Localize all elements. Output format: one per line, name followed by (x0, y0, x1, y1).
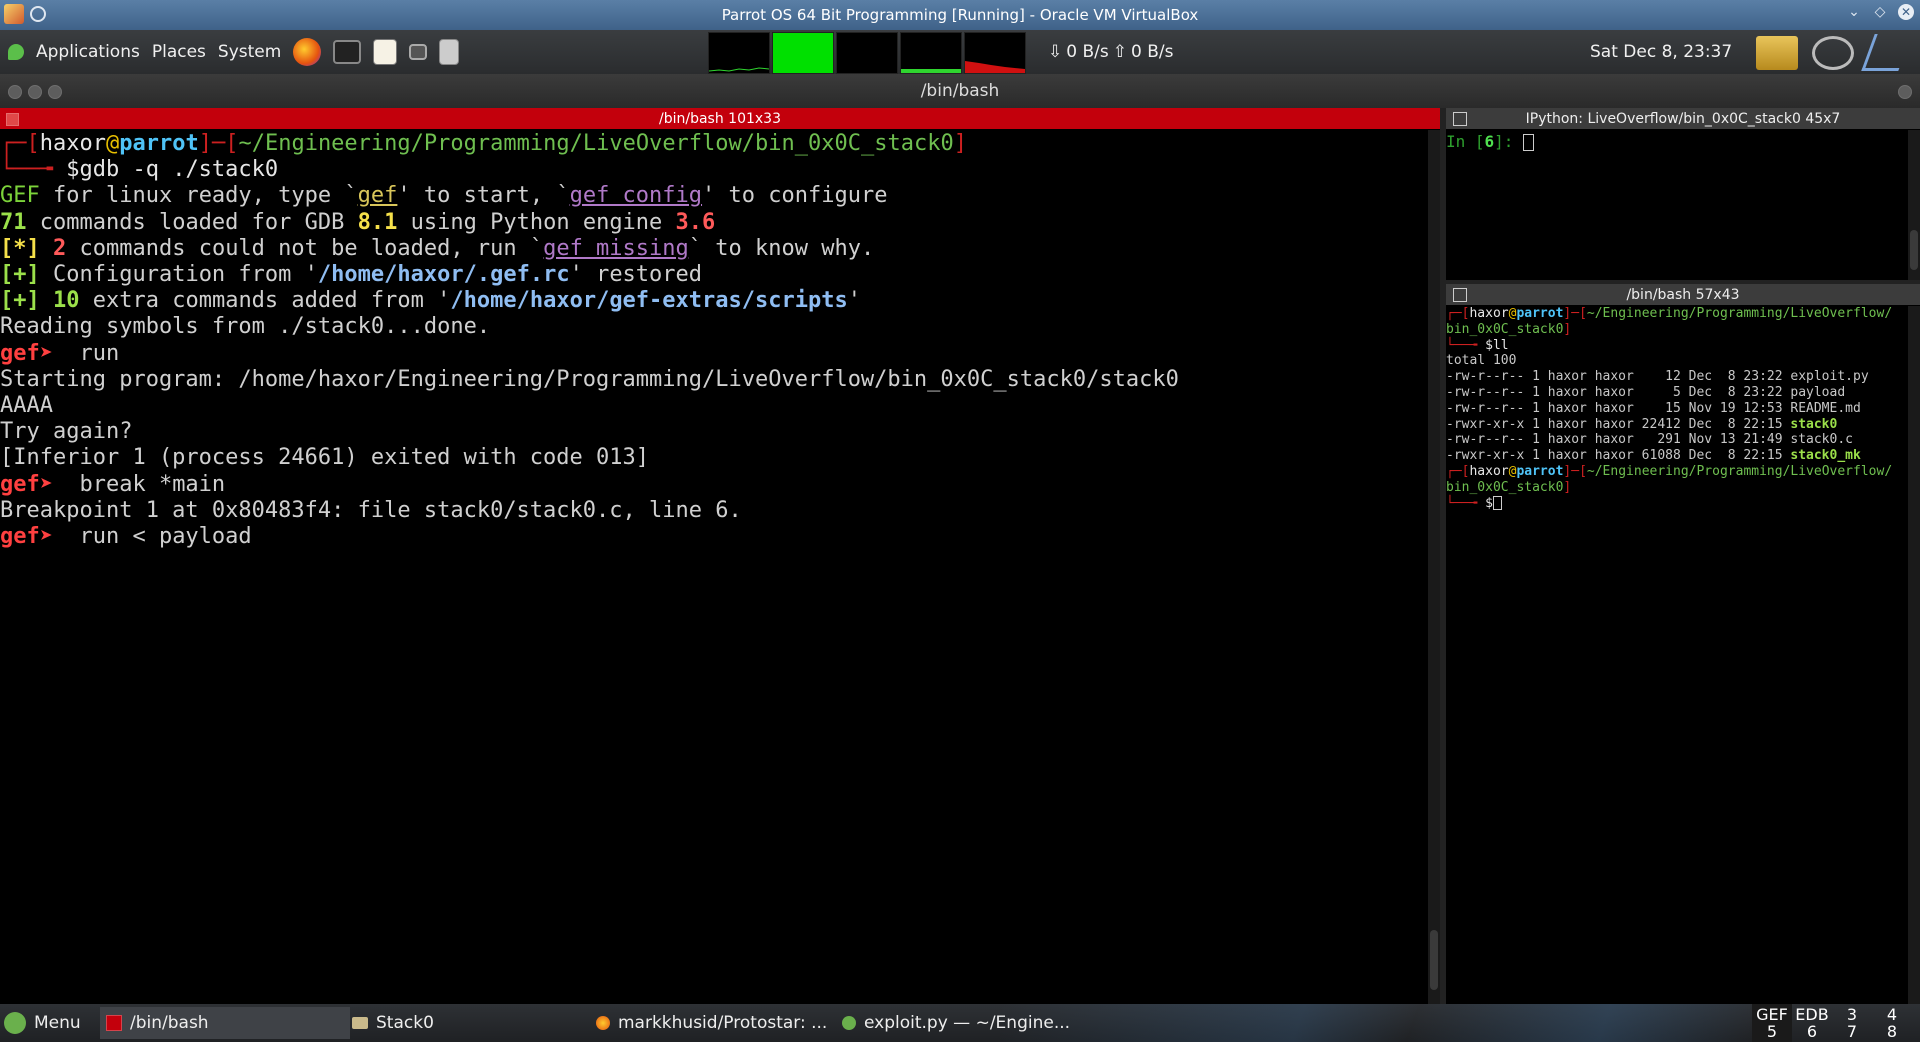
bash-side-pane-title: /bin/bash 57x43 (1626, 286, 1740, 303)
minimize-dot-icon[interactable] (28, 85, 42, 99)
ipython-pane-titlebar[interactable]: IPython: LiveOverflow/bin_0x0C_stack0 45… (1446, 108, 1920, 129)
ipython-scrollbar-thumb[interactable] (1910, 230, 1918, 270)
download-arrow-icon: ⇩ (1048, 42, 1063, 62)
terminal-icon (106, 1015, 122, 1031)
close-dot-icon[interactable] (8, 85, 22, 99)
file-name: exploit.py (1790, 369, 1869, 385)
file-row: -rw-r--r-- 1 haxor haxor 12 Dec 8 23:22 … (1446, 369, 1869, 384)
file-row: -rw-r--r-- 1 haxor haxor 5 Dec 8 23:22 p… (1446, 385, 1845, 400)
download-speed: 0 B/s (1066, 42, 1109, 62)
vbox-window-title: Parrot OS 64 Bit Programming [Running] -… (721, 6, 1199, 24)
file-meta: -rw-r--r-- 1 haxor haxor 15 Nov 19 12:53 (1446, 400, 1791, 416)
bash-side-output[interactable]: ┌─[haxor@parrot]─[~/Engineering/Programm… (1446, 306, 1906, 511)
main-scrollbar-thumb[interactable] (1430, 930, 1438, 990)
file-row: -rwxr-xr-x 1 haxor haxor 22412 Dec 8 22:… (1446, 417, 1837, 432)
file-meta: -rw-r--r-- 1 haxor haxor 291 Nov 13 21:4… (1446, 432, 1791, 448)
vbox-titlebar[interactable]: Parrot OS 64 Bit Programming [Running] -… (0, 0, 1920, 30)
bash-side-scrollbar[interactable] (1908, 306, 1920, 1004)
file-name: README.md (1790, 400, 1861, 416)
clock[interactable]: Sat Dec 8, 23:37 (1590, 30, 1732, 74)
pane-icon[interactable] (6, 113, 19, 126)
file-name: stack0 (1790, 416, 1838, 432)
pane-grid-icon[interactable] (1453, 288, 1467, 302)
menu-button[interactable]: Menu (4, 1012, 96, 1034)
workspace-switcher: GEF 5 EDB 6 37 48 (1752, 1004, 1912, 1042)
system-tray (1756, 34, 1912, 71)
file-name: stack0_mk (1790, 448, 1861, 464)
ipython-scrollbar[interactable] (1908, 130, 1920, 280)
file-meta: -rwxr-xr-x 1 haxor haxor 22412 Dec 8 22:… (1446, 416, 1791, 432)
panel-background-decoration (1000, 1004, 1750, 1042)
workspace-1[interactable]: GEF 5 (1752, 1004, 1792, 1042)
file-row: -rw-r--r-- 1 haxor haxor 15 Nov 19 12:53… (1446, 401, 1861, 416)
virtualbox-icon[interactable] (4, 4, 24, 24)
network-graph (900, 32, 962, 74)
file-name: stack0.c (1790, 432, 1853, 448)
file-row: -rw-r--r-- 1 haxor haxor 291 Nov 13 21:4… (1446, 432, 1853, 447)
pane-grid-icon[interactable] (1453, 112, 1467, 126)
main-terminal-pane[interactable]: /bin/bash 101x33 ┌─[haxor@parrot]─[~/Eng… (0, 108, 1440, 1004)
workspace-3[interactable]: 37 (1832, 1004, 1872, 1042)
main-scrollbar[interactable] (1428, 130, 1440, 1004)
terminal-titlebar[interactable]: /bin/bash (0, 74, 1920, 108)
folder-icon (352, 1017, 368, 1029)
file-row: -rwxr-xr-x 1 haxor haxor 61088 Dec 8 22:… (1446, 448, 1861, 463)
bash-side-pane-titlebar[interactable]: /bin/bash 57x43 (1446, 284, 1920, 305)
system-monitor-icon[interactable] (409, 44, 428, 60)
applications-menu[interactable]: Applications (36, 42, 140, 62)
bottom-panel: Menu /bin/bash Stack0 markkhusid/Protost… (0, 1004, 1920, 1042)
task-stack0[interactable]: Stack0 (346, 1007, 592, 1039)
ipython-pane-title: IPython: LiveOverflow/bin_0x0C_stack0 45… (1525, 110, 1841, 127)
swap-graph (836, 32, 898, 74)
task-bin-bash[interactable]: /bin/bash (100, 1007, 350, 1039)
upload-arrow-icon: ⇧ (1112, 42, 1127, 62)
maximize-icon[interactable]: ◇ (1872, 4, 1888, 20)
terminal-window-title: /bin/bash (920, 81, 1000, 101)
workspace-4[interactable]: 48 (1872, 1004, 1912, 1042)
memory-graph (772, 32, 834, 74)
firefox-icon[interactable] (293, 38, 322, 66)
file-meta: -rw-r--r-- 1 haxor haxor 5 Dec 8 23:22 (1446, 384, 1791, 400)
main-pane-title: /bin/bash 101x33 (659, 110, 781, 127)
firefox-icon (596, 1016, 610, 1030)
top-panel: Applications Places System ⇩ 0 B/s ⇧ 0 B… (0, 30, 1920, 74)
volume-icon[interactable] (1812, 35, 1854, 70)
file-name: payload (1790, 384, 1846, 400)
workspace-2[interactable]: EDB 6 (1792, 1004, 1832, 1042)
system-menu[interactable]: System (218, 42, 281, 62)
disk-graph (964, 32, 1026, 74)
files-icon[interactable] (439, 39, 460, 65)
minimize-icon[interactable]: ⌄ (1846, 4, 1862, 20)
prompt-corner: ┌─[ (0, 131, 40, 156)
cursor (1492, 496, 1502, 511)
mate-logo-icon (4, 1012, 26, 1034)
command-gdb: $gdb -q ./stack0 (66, 157, 279, 183)
task-exploit-py[interactable]: exploit.py — ~/Engine... (836, 1007, 1082, 1039)
maximize-dot-icon[interactable] (48, 85, 62, 99)
cpu-graph (708, 32, 770, 74)
task-firefox[interactable]: markkhusid/Protostar: ... (590, 1007, 836, 1039)
upload-speed: 0 B/s (1130, 42, 1174, 62)
network-icon[interactable] (1861, 34, 1912, 71)
network-speed: ⇩ 0 B/s ⇧ 0 B/s (1048, 30, 1173, 74)
pin-icon[interactable] (30, 6, 46, 22)
close-icon[interactable]: ✕ (1898, 4, 1914, 20)
places-menu[interactable]: Places (152, 42, 206, 62)
gedit-icon (842, 1016, 856, 1030)
parrot-icon[interactable] (8, 44, 24, 60)
cursor (1523, 134, 1535, 151)
terminal-launcher-icon[interactable] (333, 40, 362, 64)
bash-side-pane[interactable]: /bin/bash 57x43 ┌─[haxor@parrot]─[~/Engi… (1446, 284, 1920, 1004)
file-meta: -rw-r--r-- 1 haxor haxor 12 Dec 8 23:22 (1446, 369, 1791, 385)
main-pane-titlebar[interactable]: /bin/bash 101x33 (0, 108, 1440, 129)
display-icon[interactable] (1756, 35, 1798, 70)
system-monitor-graphs[interactable] (708, 32, 1026, 74)
menu-dot-icon[interactable] (1898, 85, 1912, 99)
text-editor-icon[interactable] (373, 39, 398, 65)
file-list: -rw-r--r-- 1 haxor haxor 12 Dec 8 23:22 … (1446, 369, 1869, 463)
file-meta: -rwxr-xr-x 1 haxor haxor 61088 Dec 8 22:… (1446, 448, 1791, 464)
ipython-pane[interactable]: IPython: LiveOverflow/bin_0x0C_stack0 45… (1446, 108, 1920, 280)
main-terminal-output[interactable]: ┌─[haxor@parrot]─[~/Engineering/Programm… (0, 131, 1424, 1004)
ipython-output[interactable]: In [6]: (1446, 132, 1535, 151)
